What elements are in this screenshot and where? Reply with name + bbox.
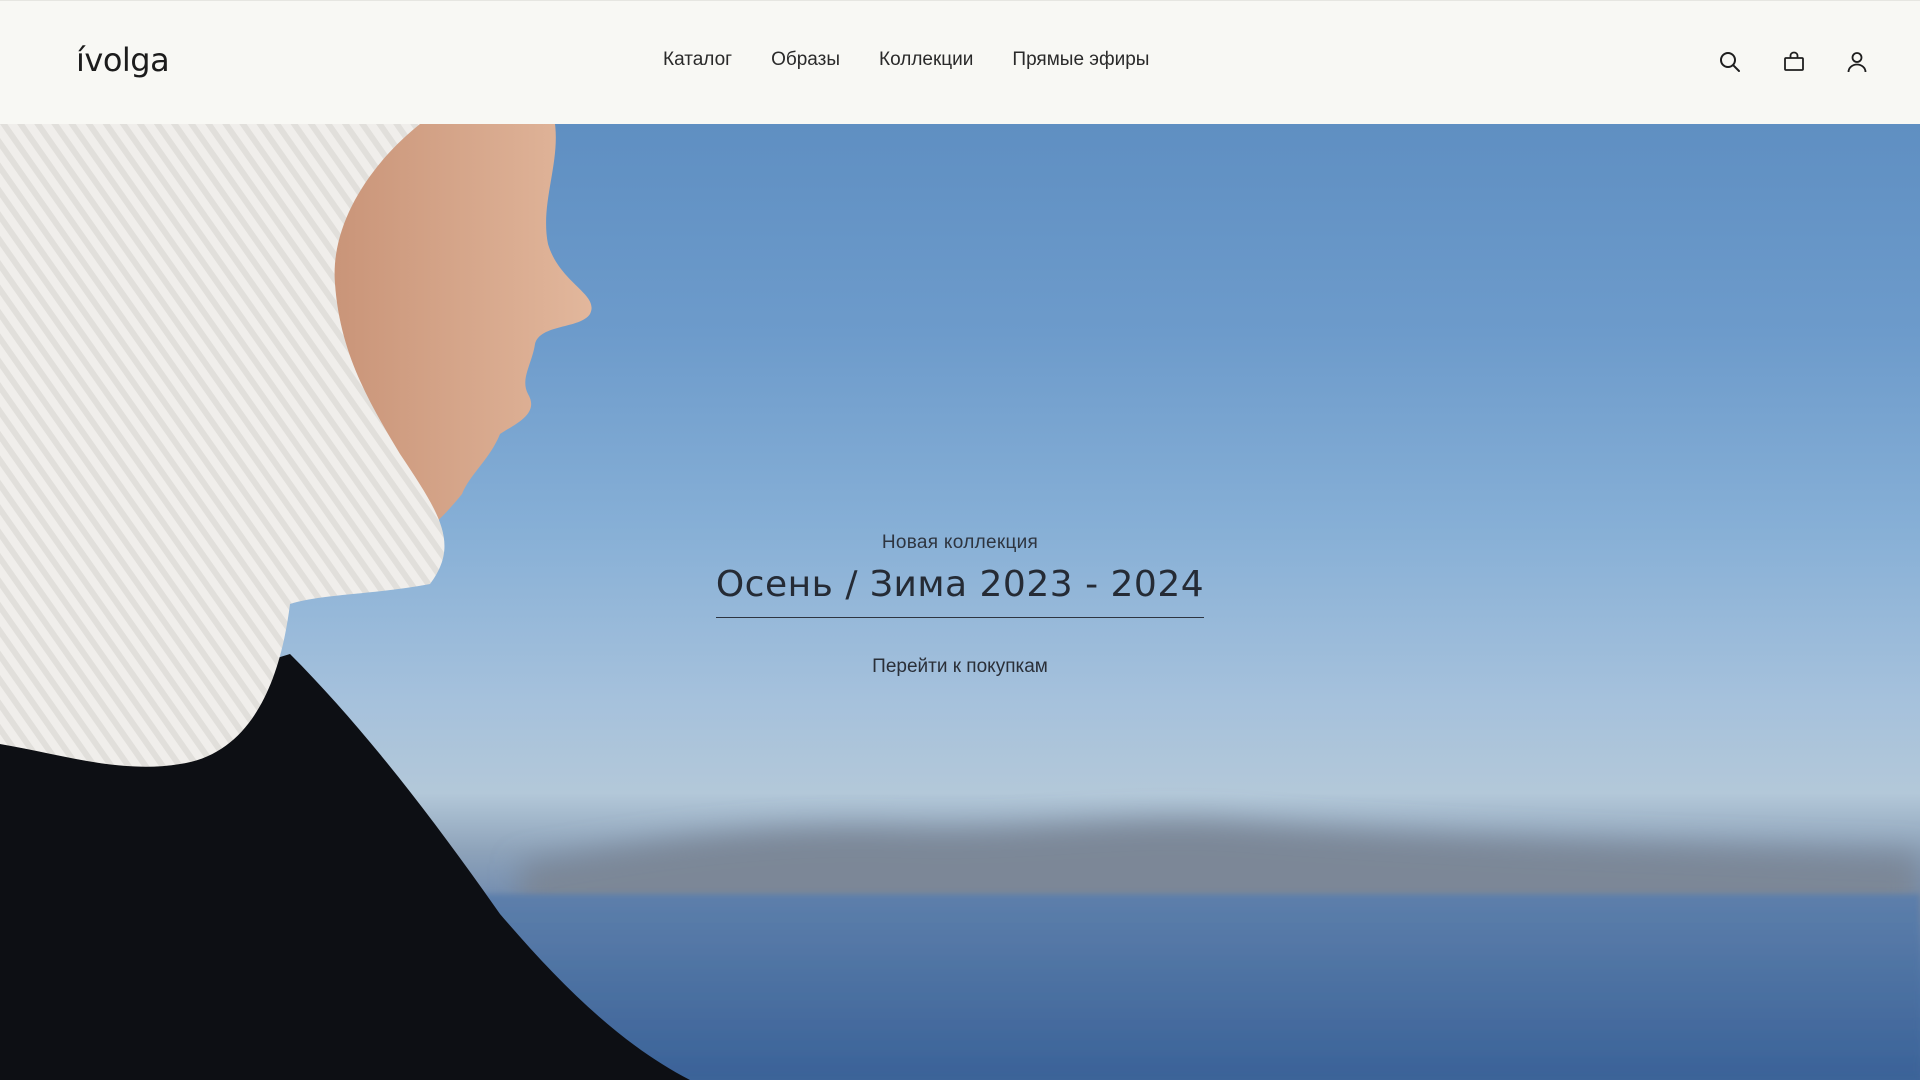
brand-logo[interactable]: ívolga — [76, 41, 170, 79]
sea — [440, 894, 1920, 1080]
search-icon[interactable] — [1717, 49, 1743, 75]
headline-underline: Осень / Зима 2023 - 2024 — [715, 564, 1205, 618]
user-icon[interactable] — [1844, 49, 1870, 75]
site-header: ívolga Каталог Образы Коллекции Прямые э… — [0, 0, 1920, 124]
hero-caption: Новая коллекция Осень / Зима 2023 - 2024… — [0, 532, 1920, 678]
nav-item-looks[interactable]: Образы — [771, 49, 840, 71]
nav-item-collections[interactable]: Коллекции — [879, 49, 973, 71]
collection-headline: Осень / Зима 2023 - 2024 — [715, 564, 1205, 605]
shopping-bag-icon[interactable] — [1781, 49, 1807, 75]
nav-item-live-streams[interactable]: Прямые эфиры — [1012, 49, 1149, 71]
hero-banner: Новая коллекция Осень / Зима 2023 - 2024… — [0, 124, 1920, 1080]
collection-kicker: Новая коллекция — [881, 532, 1039, 553]
shop-now-link[interactable]: Перейти к покупкам — [872, 656, 1048, 678]
nav-item-catalog[interactable]: Каталог — [663, 49, 732, 71]
main-nav: Каталог Образы Коллекции Прямые эфиры — [663, 49, 1149, 71]
